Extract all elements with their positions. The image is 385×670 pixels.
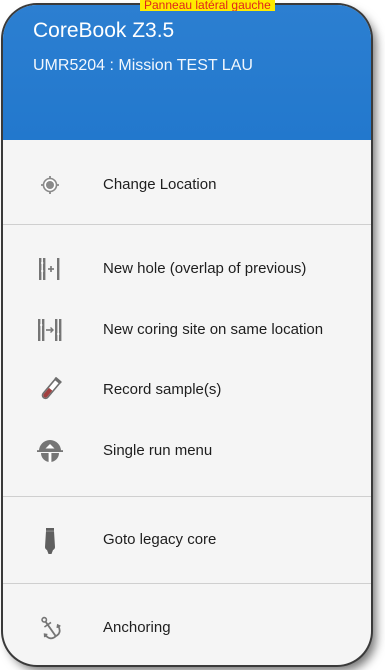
legacy-core-icon: [35, 525, 65, 555]
drawer-header: CoreBook Z3.5 UMR5204 : Mission TEST LAU: [3, 5, 371, 140]
menu-item-label: Change Location: [103, 176, 217, 193]
new-hole-icon: [35, 254, 65, 284]
menu-item-label: Record sample(s): [103, 381, 222, 398]
app-title: CoreBook Z3.5: [33, 19, 175, 42]
anchor-icon: [35, 613, 65, 643]
location-target-icon: [35, 170, 65, 200]
new-coring-site-icon: [35, 315, 65, 345]
test-tube-icon: [35, 375, 65, 405]
menu-item-record-samples[interactable]: Record sample(s): [3, 365, 371, 415]
menu-divider: [3, 496, 371, 497]
menu-item-label: Single run menu: [103, 442, 213, 459]
menu-item-single-run[interactable]: Single run menu: [3, 426, 371, 476]
menu-item-label: New hole (overlap of previous): [103, 260, 307, 277]
menu-divider: [3, 224, 371, 225]
menu-item-change-location[interactable]: Change Location: [3, 160, 371, 210]
menu-item-label: Goto legacy core: [103, 531, 217, 548]
mission-subtitle: UMR5204 : Mission TEST LAU: [33, 57, 253, 74]
menu-item-anchoring[interactable]: Anchoring: [3, 603, 371, 653]
menu-item-new-coring-site[interactable]: New coring site on same location: [3, 305, 371, 355]
single-run-icon: [35, 436, 65, 466]
menu-item-goto-legacy-core[interactable]: Goto legacy core: [3, 515, 371, 565]
menu-item-label: New coring site on same location: [103, 321, 324, 338]
annotation-label: Panneau latéral gauche: [140, 0, 275, 11]
phone-frame: CoreBook Z3.5 UMR5204 : Mission TEST LAU…: [3, 5, 371, 665]
menu-item-new-hole[interactable]: New hole (overlap of previous): [3, 244, 371, 294]
screenshot: Panneau latéral gauche CoreBook Z3.5 UMR…: [0, 0, 385, 670]
menu-divider: [3, 583, 371, 584]
menu-item-label: Anchoring: [103, 619, 171, 636]
